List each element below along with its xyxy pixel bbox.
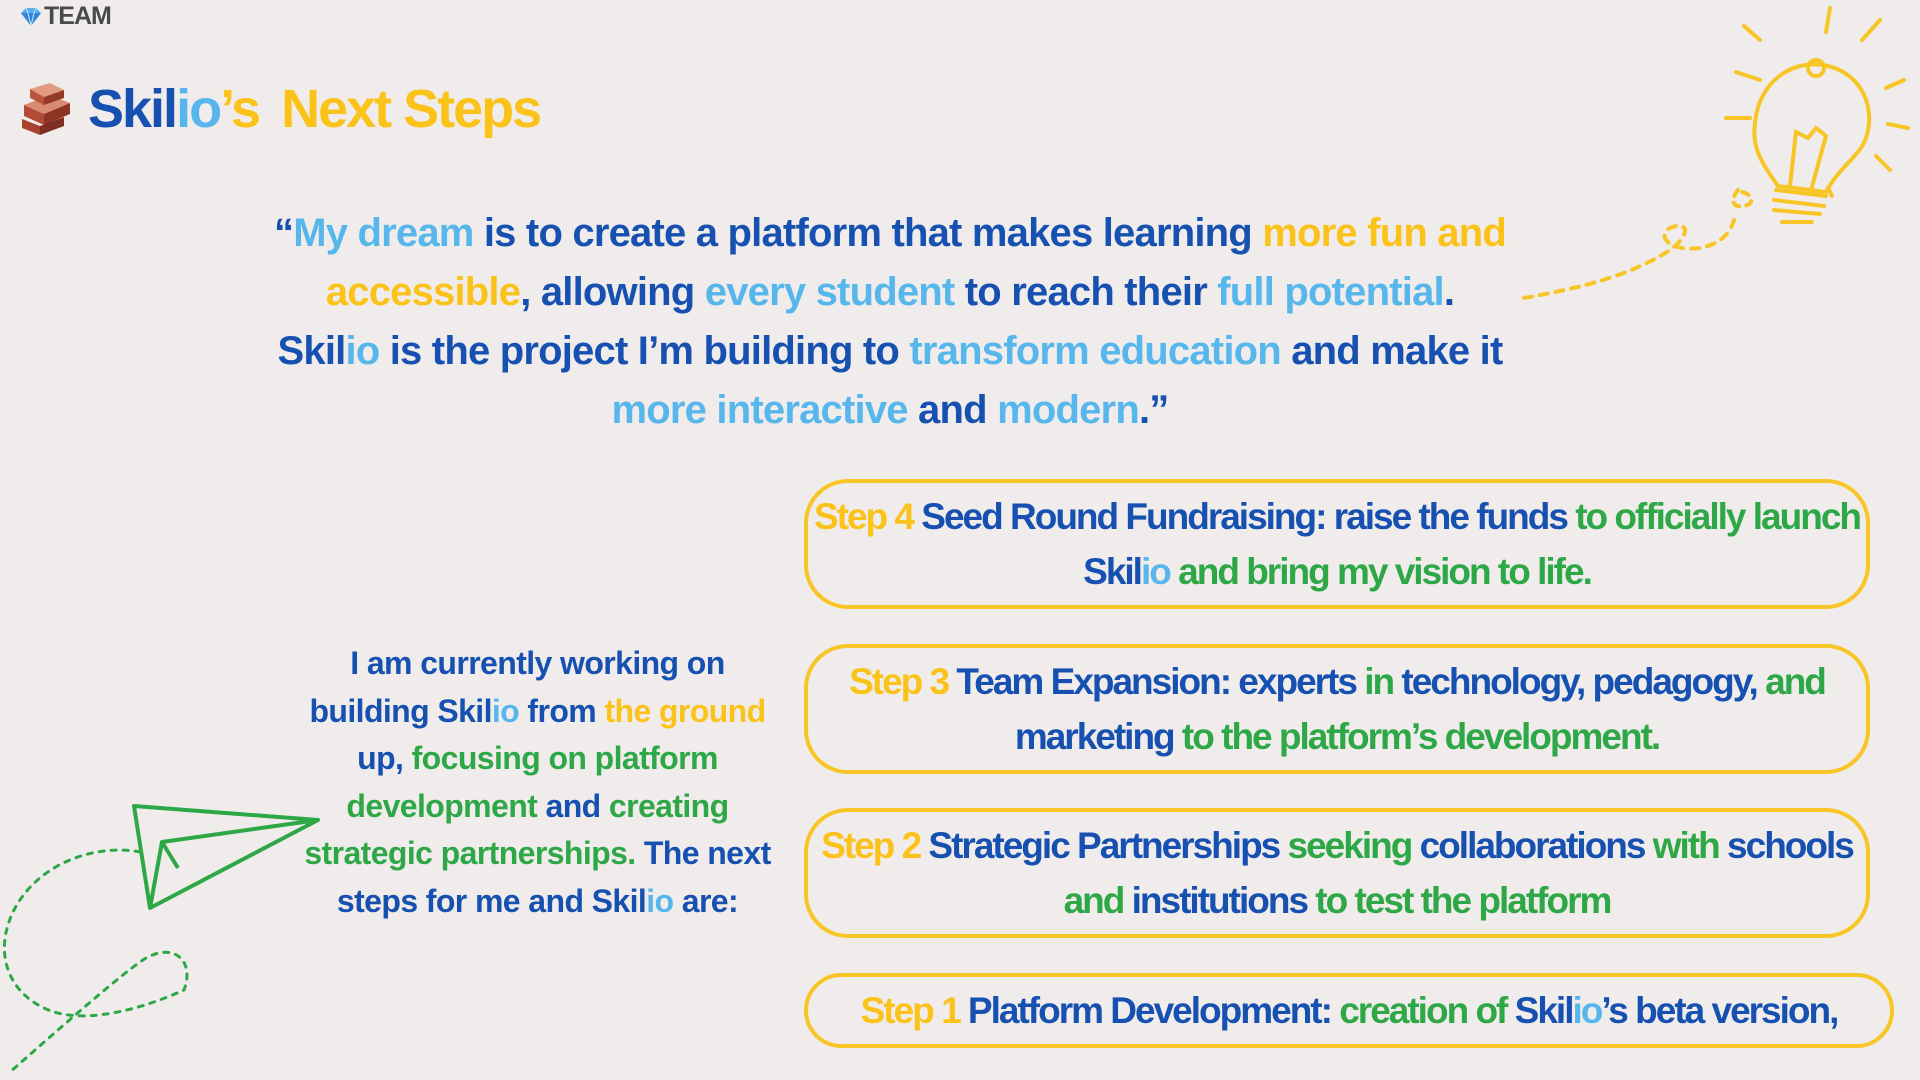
title-rest: Next Steps (281, 79, 542, 139)
gem-icon (21, 7, 41, 26)
step-4-line-2: Skilio and bring my vision to life. (814, 544, 1860, 599)
step-4-line-1: Step 4 Seed Round Fundraising: raise the… (813, 489, 1862, 544)
step-2-card: Step 2 Strategic Partnerships seeking co… (804, 808, 1870, 938)
step-2-label: Step 2 (821, 825, 922, 866)
step-1-line-1: Step 1 Platform Development: creation of… (860, 983, 1840, 1038)
step-text: to the platform’s development. (1173, 716, 1661, 757)
step-3-label: Step 3 (849, 661, 950, 702)
step-2-line-1: Step 2 Strategic Partnerships seeking co… (821, 818, 1855, 873)
quote-highlight: full potential (1217, 270, 1444, 314)
step-text: technology, pedagogy, (1401, 661, 1758, 702)
step-text: marketing (1014, 716, 1176, 757)
team-badge: TEAM (20, 2, 112, 31)
title-brand-a: Skil (88, 79, 178, 139)
step-3-line-1: Step 3 Team Expansion: experts in techno… (849, 654, 1827, 709)
brick-icon (22, 83, 70, 135)
intro-line-2: building Skilio from the ground (280, 688, 795, 736)
step-text: collaborations (1419, 825, 1647, 866)
step-text: funds (1476, 496, 1569, 537)
step-text: and (1756, 661, 1827, 702)
intro-brand-suffix: io (491, 692, 520, 729)
quote-open-mark: “ (273, 211, 294, 255)
step-text: and (1063, 880, 1132, 921)
intro-text: steps for me and Skil (336, 882, 647, 919)
mission-quote: “My dream is to create a platform that m… (220, 204, 1560, 440)
step-text: institutions (1131, 880, 1309, 921)
step-brand: Skil (1514, 990, 1575, 1031)
step-brand-suffix: io (1572, 990, 1603, 1031)
step-brand: Skil (1083, 551, 1143, 592)
intro-line-1: I am currently working on (280, 640, 795, 688)
step-4-card: Step 4 Seed Round Fundraising: raise the… (804, 479, 1870, 609)
step-text: in (1355, 661, 1402, 702)
step-1-title: Platform Development: (959, 990, 1333, 1031)
quote-line-2: accessible, allowing every student to re… (220, 263, 1560, 322)
quote-text: , allowing (520, 270, 705, 314)
quote-highlight: more fun and (1262, 211, 1507, 255)
step-3-card: Step 3 Team Expansion: experts in techno… (804, 644, 1870, 774)
quote-text: is the project I’m building to (379, 329, 910, 373)
quote-text: and (907, 388, 998, 432)
step-3-line-2: marketing to the platform’s development. (849, 709, 1825, 764)
intro-text: I am currently working on (350, 645, 725, 681)
step-text: creation of (1330, 990, 1515, 1031)
intro-text: from (519, 692, 605, 729)
quote-highlight: accessible (325, 270, 521, 314)
quote-brand-suffix: io (345, 329, 380, 373)
step-text: seeking (1279, 825, 1420, 866)
step-1-card: Step 1 Platform Development: creation of… (804, 973, 1894, 1048)
dashed-trail-upper (1522, 218, 1736, 300)
intro-paragraph: I am currently working on building Skili… (280, 640, 795, 925)
quote-text: to reach their (954, 270, 1218, 314)
intro-text: building Skil (309, 692, 492, 729)
quote-highlight: My dream (293, 211, 474, 255)
quote-close-mark: .” (1138, 388, 1169, 432)
intro-text: up, (357, 740, 412, 776)
step-4-label: Step 4 (813, 496, 915, 537)
step-text: : raise the (1315, 496, 1477, 537)
intro-highlight: focusing on platform (411, 740, 719, 776)
intro-line-3: up, focusing on platform (280, 735, 795, 783)
intro-brand-suffix: io (646, 882, 674, 919)
intro-line-6: steps for me and Skilio are: (280, 878, 795, 926)
quote-highlight: more interactive (611, 388, 909, 432)
intro-text: The next (635, 835, 771, 871)
quote-text: and make it (1280, 329, 1503, 373)
quote-highlight: modern (997, 388, 1140, 432)
title-possessive: ’s (220, 79, 261, 139)
step-text: to officially launch (1566, 496, 1862, 537)
team-label: TEAM (44, 2, 112, 30)
quote-text: is to create a platform that makes learn… (473, 211, 1263, 255)
step-text: with (1644, 825, 1728, 866)
step-2-line-2: and institutions to test the platform (821, 873, 1853, 928)
step-brand-suffix: io (1140, 551, 1172, 592)
intro-text: and (537, 787, 609, 824)
title-brand-b: io (176, 79, 222, 139)
step-text: ’s beta version, (1601, 990, 1839, 1031)
quote-line-3: Skilio is the project I’m building to tr… (220, 322, 1560, 381)
quote-highlight: every student (704, 270, 956, 314)
quote-line-4: more interactive and modern.” (220, 381, 1560, 440)
step-text: schools (1727, 825, 1855, 866)
intro-highlight: strategic partnerships. (304, 835, 636, 871)
step-2-title: Strategic Partnerships (920, 825, 1281, 866)
intro-line-4: development and creating (280, 783, 795, 831)
step-4-title: Seed Round Fundraising (913, 496, 1317, 537)
step-3-title: Team Expansion: experts (948, 661, 1358, 702)
intro-line-5: strategic partnerships. The next (280, 830, 795, 878)
intro-highlight: development (346, 787, 538, 824)
quote-highlight: transform education (909, 329, 1281, 373)
step-text: to test the platform (1307, 880, 1612, 921)
quote-line-1: “My dream is to create a platform that m… (220, 204, 1560, 263)
step-1-label: Step 1 (860, 990, 962, 1031)
step-text: and bring my vision to life. (1169, 551, 1593, 592)
intro-highlight: the ground (604, 692, 766, 729)
intro-highlight: creating (608, 787, 729, 824)
page-title: Skil io’s Next Steps (20, 78, 542, 140)
intro-text: are: (673, 882, 739, 919)
quote-brand: Skil (277, 329, 347, 373)
dashed-trail-lower (2, 848, 189, 1074)
quote-text: . (1443, 270, 1455, 314)
